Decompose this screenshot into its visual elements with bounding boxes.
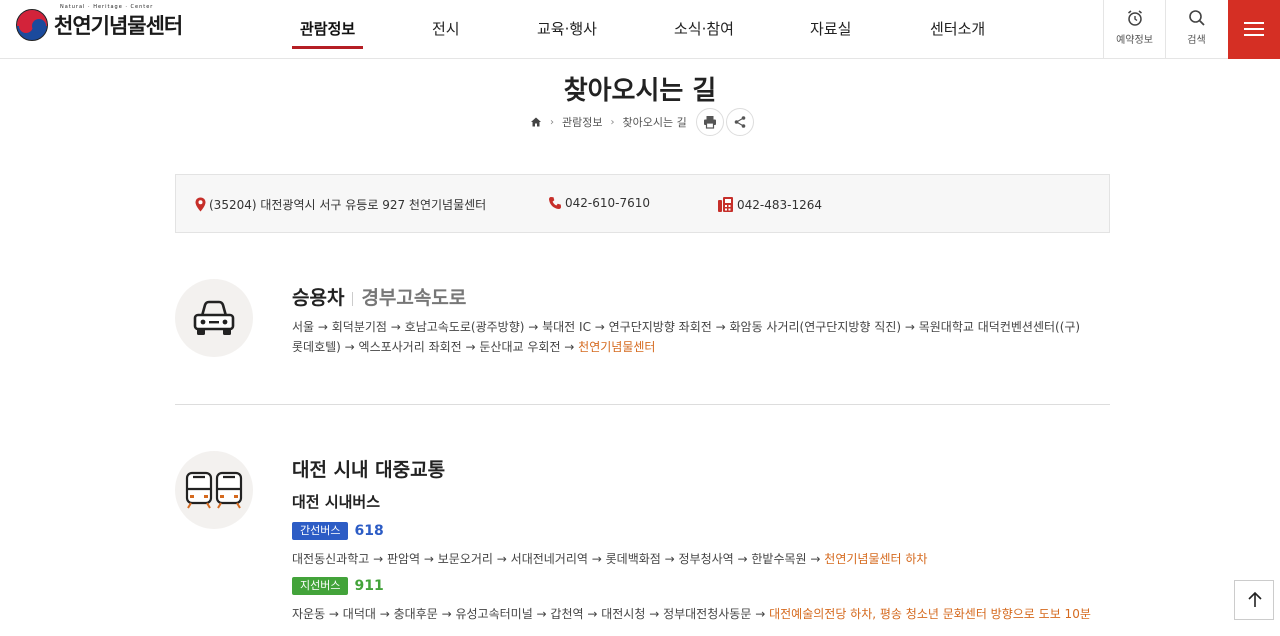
fax-text: 042-483-1264 — [737, 197, 823, 212]
logo-subtitle: Natural · Heritage · Center — [60, 4, 154, 10]
hamburger-menu-button[interactable] — [1228, 0, 1280, 59]
branch-bus-destination: 대전예술의전당 하차, 평송 청소년 문화센터 방향으로 도보 10분 — [769, 607, 1091, 621]
branch-bus-route: 자운동 → 대덕대 → 충대후문 → 유성고속터미널 → 갑천역 → 대전시청 … — [292, 607, 1091, 621]
car-section-title: 승용차 경부고속도로 — [292, 283, 466, 310]
print-button[interactable] — [696, 108, 724, 136]
phone-text[interactable]: 042-610-7610 — [565, 196, 650, 210]
breadcrumb-current: 찾아오시는 길 — [622, 116, 687, 129]
trunk-bus-destination: 천연기념물센터 하차 — [824, 552, 928, 566]
car-route-line-1: 서울 → 회덕분기점 → 호남고속도로(광주방향) → 북대전 IC → 연구단… — [292, 320, 1081, 334]
section-divider — [175, 404, 1110, 405]
search-button[interactable]: 검색 — [1165, 0, 1227, 59]
bus-icon-circle — [175, 451, 253, 529]
car-subtitle: 경부고속도로 — [361, 287, 467, 309]
nav-news-participation[interactable]: 소식·참여 — [674, 18, 734, 39]
reservation-label: 예약정보 — [1116, 35, 1153, 46]
nav-exhibition[interactable]: 전시 — [432, 18, 460, 39]
printer-icon — [704, 116, 716, 129]
breadcrumb: › 관람정보 › 찾아오시는 길 — [530, 110, 687, 134]
chevron-right-icon: › — [610, 116, 615, 128]
trunk-bus-route: 대전동신과학고 → 판암역 → 보문오거리 → 서대전네거리역 → 롯데백화점 … — [292, 552, 928, 566]
address-item: (35204) 대전광역시 서구 유등로 927 천연기념물센터 — [195, 196, 486, 213]
car-route-destination: 천연기념물센터 — [578, 340, 656, 354]
chevron-right-icon: › — [550, 116, 554, 128]
fax-icon — [718, 197, 733, 212]
breadcrumb-visit-info[interactable]: 관람정보 — [562, 114, 602, 130]
branch-bus-number: 911 — [354, 578, 384, 594]
scroll-to-top-button[interactable] — [1234, 580, 1274, 620]
car-title: 승용차 — [292, 287, 345, 309]
nav-active-indicator — [292, 46, 363, 49]
hamburger-icon — [1244, 22, 1264, 24]
logo-title: 천연기념물센터 — [54, 13, 183, 38]
search-icon — [1188, 10, 1205, 26]
trunk-bus-badge: 간선버스 — [292, 522, 349, 540]
reservation-button[interactable]: 예약정보 — [1103, 0, 1165, 59]
arrow-up-icon — [1248, 591, 1262, 607]
site-header: Natural · Heritage · Center 천연기념물센터 관람정보… — [0, 0, 1280, 59]
branch-bus-badge: 지선버스 — [292, 577, 349, 595]
nav-visit-info[interactable]: 관람정보 — [300, 18, 355, 39]
car-icon — [193, 300, 235, 335]
map-pin-icon — [195, 197, 206, 212]
share-icon — [734, 116, 746, 128]
alarm-clock-icon — [1127, 10, 1142, 26]
address-text: (35204) 대전광역시 서구 유등로 927 천연기념물센터 — [209, 198, 487, 212]
fax-item: 042-483-1264 — [717, 196, 822, 213]
city-bus-heading: 대전 시내버스 — [292, 493, 381, 511]
car-route-text: 서울 → 회덕분기점 → 호남고속도로(광주방향) → 북대전 IC → 연구단… — [292, 317, 1080, 357]
site-logo[interactable]: Natural · Heritage · Center 천연기념물센터 — [16, 4, 183, 42]
car-icon-circle — [175, 279, 253, 357]
home-icon[interactable] — [530, 116, 542, 128]
phone-item: 042-610-7610 — [548, 196, 650, 210]
transit-section-title: 대전 시내 대중교통 — [292, 459, 446, 481]
bus-icon — [185, 471, 243, 509]
trunk-bus-row: 간선버스 618 — [292, 522, 384, 540]
branch-bus-row: 지선버스 911 — [292, 577, 384, 595]
car-route-line-2: 롯데호텔) → 엑스포사거리 좌회전 → 둔산대교 우회전 → 천연기념물센터 — [292, 340, 656, 354]
share-button[interactable] — [726, 108, 754, 136]
contact-info-box: (35204) 대전광역시 서구 유등로 927 천연기념물센터 042-610… — [175, 174, 1110, 233]
nav-archive[interactable]: 자료실 — [810, 18, 851, 39]
page-title: 찾아오시는 길 — [563, 76, 717, 106]
search-label: 검색 — [1187, 35, 1206, 46]
nav-education-events[interactable]: 교육·행사 — [537, 18, 597, 39]
taegeuk-emblem-icon — [16, 9, 48, 41]
phone-icon — [549, 197, 561, 209]
trunk-bus-number: 618 — [354, 523, 384, 539]
nav-about-center[interactable]: 센터소개 — [930, 18, 985, 39]
